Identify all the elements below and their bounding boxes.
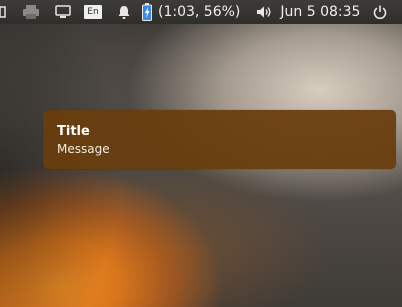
bell-icon[interactable] xyxy=(110,0,138,24)
top-panel: En (1:03, 56%) Jun 5 08:35 xyxy=(0,0,402,24)
battery-charging-icon xyxy=(142,3,152,21)
notification-bubble: Title Message xyxy=(43,110,396,169)
display-icon[interactable] xyxy=(49,0,77,24)
notification-title: Title xyxy=(57,124,90,139)
desktop-background: En (1:03, 56%) Jun 5 08:35 Title Message xyxy=(0,0,402,307)
clock[interactable]: Jun 5 08:35 xyxy=(280,0,360,24)
speaker-icon[interactable] xyxy=(250,0,278,24)
clock-text: Jun 5 08:35 xyxy=(280,4,361,20)
battery-indicator[interactable]: (1:03, 56%) xyxy=(142,0,240,24)
keyboard-layout-indicator[interactable]: En xyxy=(79,0,107,24)
window-indicator-icon[interactable] xyxy=(0,0,10,24)
notification-message: Message xyxy=(57,142,110,156)
keyboard-layout-label: En xyxy=(84,5,102,19)
battery-status-text: (1:03, 56%) xyxy=(158,4,241,20)
power-icon[interactable] xyxy=(366,0,394,24)
printer-icon[interactable] xyxy=(17,0,45,24)
